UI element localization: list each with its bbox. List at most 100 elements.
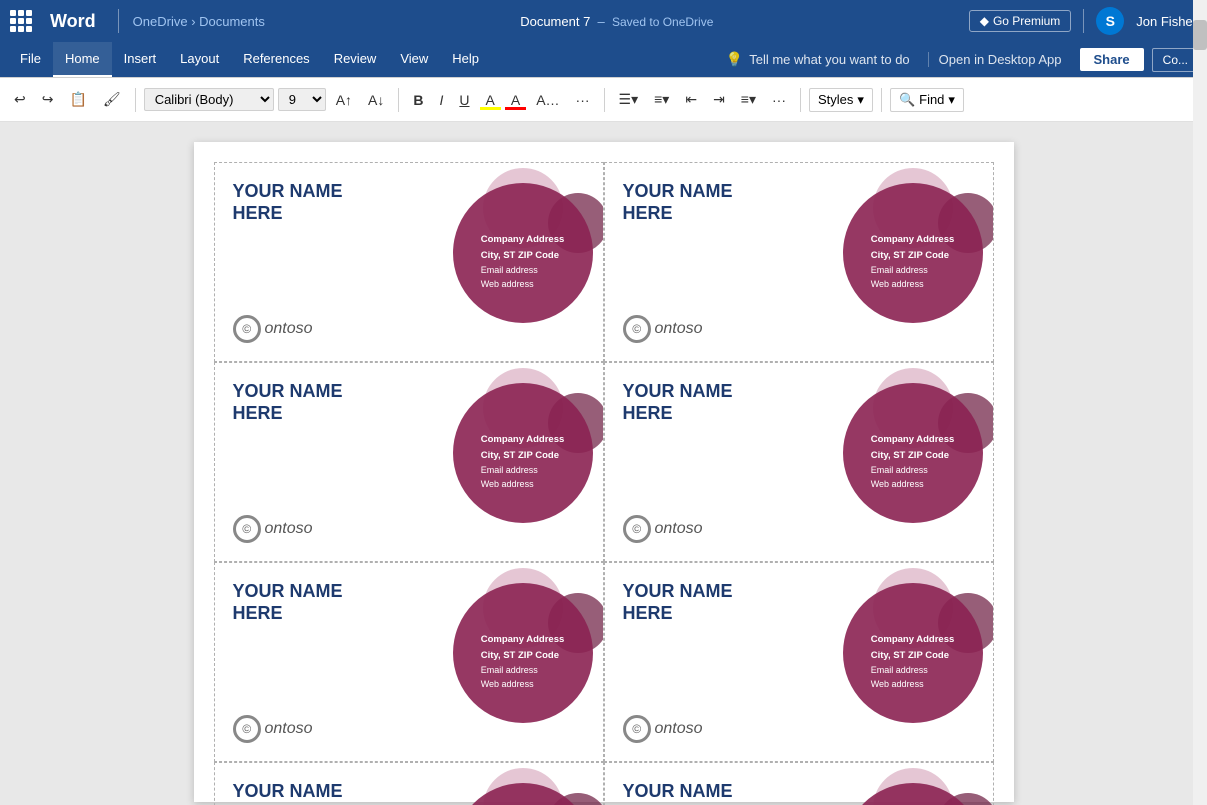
go-premium-button[interactable]: ◆ Go Premium <box>969 10 1072 32</box>
card-2-email: Email address <box>871 263 955 277</box>
card-3-name: YOUR NAMEHERE <box>233 381 425 424</box>
contoso-c-icon-5: © <box>233 715 261 743</box>
app-grid-icon[interactable] <box>10 10 32 32</box>
font-color-button[interactable]: A <box>505 88 526 112</box>
contoso-text-6: ontoso <box>655 720 703 738</box>
format-painter-button[interactable]: 🖌 <box>97 87 127 112</box>
tell-me-area[interactable]: 💡 Tell me what you want to do <box>716 51 920 68</box>
menu-help[interactable]: Help <box>440 42 491 77</box>
card-6-info: Company Address City, ST ZIP Code Email … <box>871 632 955 691</box>
toolbar-sep-1 <box>135 88 136 112</box>
document-page: YOUR NAMEHERE © ontoso Company Address <box>194 142 1014 802</box>
card-3-info: Company Address City, ST ZIP Code Email … <box>481 432 565 491</box>
card-5-city: City, ST ZIP Code <box>481 648 565 663</box>
card-4-email: Email address <box>871 463 955 477</box>
underline-button[interactable]: U <box>453 88 475 112</box>
lightbulb-icon: 💡 <box>726 51 743 68</box>
font-effects-button[interactable]: A… <box>530 88 565 112</box>
card-4[interactable]: YOUR NAMEHERE © ontoso Company Address <box>604 362 994 562</box>
numbering-button[interactable]: ≡▾ <box>648 87 675 112</box>
menu-references[interactable]: References <box>231 42 321 77</box>
highlight-color-bar <box>480 107 501 110</box>
styles-button[interactable]: Styles ▾ <box>809 88 873 112</box>
card-6-logo-area: © ontoso <box>623 715 815 743</box>
co-button[interactable]: Co... <box>1152 48 1199 72</box>
card-2[interactable]: YOUR NAMEHERE © ontoso Company Address <box>604 162 994 362</box>
card-grid: YOUR NAMEHERE © ontoso Company Address <box>214 162 994 805</box>
font-select[interactable]: Calibri (Body) <box>144 88 274 111</box>
toolbar-sep-4 <box>800 88 801 112</box>
doc-title: Document 7 <box>520 14 590 29</box>
vertical-scrollbar[interactable] <box>1193 122 1207 805</box>
toolbar-sep-2 <box>398 88 399 112</box>
card-8-left: YOUR NAME <box>615 773 823 805</box>
decrease-font-button[interactable]: A↓ <box>362 88 390 112</box>
card-2-info: Company Address City, ST ZIP Code Email … <box>871 232 955 291</box>
card-6[interactable]: YOUR NAMEHERE © ontoso Company Address <box>604 562 994 762</box>
saved-status: Saved to OneDrive <box>612 15 713 29</box>
menu-layout[interactable]: Layout <box>168 42 231 77</box>
card-4-address: Company Address <box>871 432 955 447</box>
styles-label: Styles <box>818 92 853 107</box>
document-area: YOUR NAMEHERE © ontoso Company Address <box>0 122 1207 805</box>
card-5[interactable]: YOUR NAMEHERE © ontoso Company Address <box>214 562 604 762</box>
find-button[interactable]: 🔍 Find ▾ <box>890 88 964 112</box>
contoso-text-5: ontoso <box>265 720 313 738</box>
card-4-web: Web address <box>871 477 955 491</box>
undo-button[interactable]: ↩ <box>8 87 32 112</box>
more-formatting-button[interactable]: ··· <box>570 88 596 112</box>
contoso-text-4: ontoso <box>655 520 703 538</box>
decrease-indent-button[interactable]: ⇤ <box>679 87 703 112</box>
card-8[interactable]: YOUR NAME <box>604 762 994 805</box>
card-1-logo-area: © ontoso <box>233 315 425 343</box>
card-3[interactable]: YOUR NAMEHERE © ontoso Company Address <box>214 362 604 562</box>
card-7-right <box>433 773 593 805</box>
card-3-city: City, ST ZIP Code <box>481 448 565 463</box>
more-paragraph-button[interactable]: ··· <box>766 88 792 112</box>
toolbar-sep-3 <box>604 88 605 112</box>
card-6-email: Email address <box>871 663 955 677</box>
card-4-right: Company Address City, ST ZIP Code Email … <box>823 373 983 551</box>
card-1[interactable]: YOUR NAMEHERE © ontoso Company Address <box>214 162 604 362</box>
card-2-contoso-logo: © ontoso <box>623 315 703 343</box>
font-size-select[interactable]: 9 <box>278 88 326 111</box>
card-2-web: Web address <box>871 277 955 291</box>
breadcrumb[interactable]: OneDrive › Documents <box>133 14 265 29</box>
card-1-web: Web address <box>481 277 565 291</box>
menu-review[interactable]: Review <box>322 42 389 77</box>
open-desktop-button[interactable]: Open in Desktop App <box>928 52 1072 67</box>
bullets-button[interactable]: ☰▾ <box>613 87 645 112</box>
card-4-left: YOUR NAMEHERE © ontoso <box>615 373 823 551</box>
italic-button[interactable]: I <box>434 88 450 112</box>
card-4-logo-area: © ontoso <box>623 515 815 543</box>
redo-button[interactable]: ↪ <box>36 87 60 112</box>
card-3-address: Company Address <box>481 432 565 447</box>
tell-me-text: Tell me what you want to do <box>749 52 909 67</box>
alignment-button[interactable]: ≡▾ <box>735 87 762 112</box>
bold-button[interactable]: B <box>407 88 429 112</box>
card-3-logo-area: © ontoso <box>233 515 425 543</box>
card-4-info: Company Address City, ST ZIP Code Email … <box>871 432 955 491</box>
card-2-logo-area: © ontoso <box>623 315 815 343</box>
contoso-c-icon-4: © <box>623 515 651 543</box>
menu-insert[interactable]: Insert <box>112 42 169 77</box>
font-color-bar <box>505 107 526 110</box>
card-3-contoso-logo: © ontoso <box>233 515 313 543</box>
increase-font-button[interactable]: A↑ <box>330 88 358 112</box>
increase-indent-button[interactable]: ⇥ <box>707 87 731 112</box>
card-7-left: YOUR NAME <box>225 773 433 805</box>
clipboard-button[interactable]: 📋 <box>63 87 92 112</box>
card-5-web: Web address <box>481 677 565 691</box>
card-5-left: YOUR NAMEHERE © ontoso <box>225 573 433 751</box>
card-5-contoso-logo: © ontoso <box>233 715 313 743</box>
card-1-address: Company Address <box>481 232 565 247</box>
diamond-icon: ◆ <box>980 14 989 28</box>
highlight-button[interactable]: A <box>480 88 501 112</box>
menu-file[interactable]: File <box>8 42 53 77</box>
card-7[interactable]: YOUR NAME <box>214 762 604 805</box>
skype-icon[interactable]: S <box>1096 7 1124 35</box>
menu-home[interactable]: Home <box>53 42 112 77</box>
share-button[interactable]: Share <box>1080 48 1144 71</box>
menu-view[interactable]: View <box>388 42 440 77</box>
card-6-right: Company Address City, ST ZIP Code Email … <box>823 573 983 751</box>
